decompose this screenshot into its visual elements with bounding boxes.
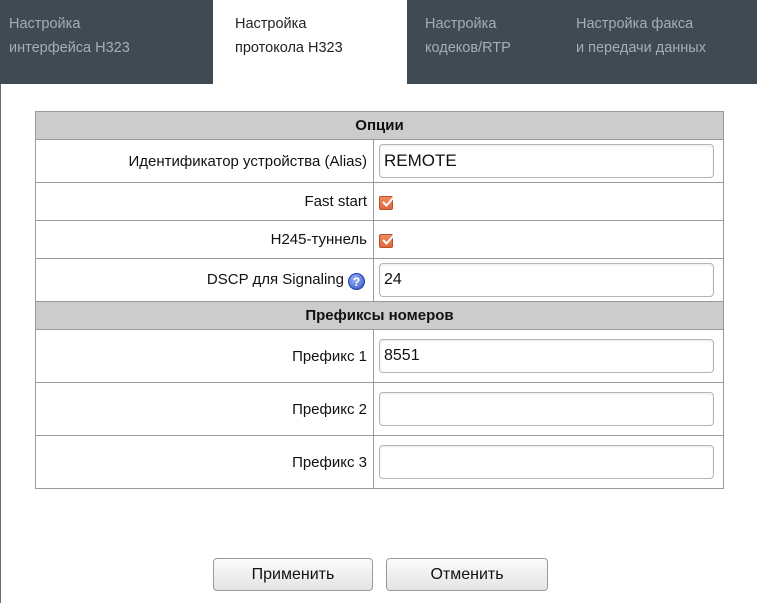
prefix-1-input[interactable] xyxy=(379,339,714,373)
dscp-signaling-cell: DSCP для Signaling? xyxy=(35,258,374,302)
prefix-1-label: Префикс 1 xyxy=(35,329,374,383)
dscp-signaling-label: DSCP для Signaling xyxy=(206,270,344,288)
tab-label-line1: Настройка xyxy=(9,16,81,32)
prefix-3-input[interactable] xyxy=(379,445,714,479)
prefix-2-input[interactable] xyxy=(379,392,714,426)
cancel-button[interactable]: Отменить xyxy=(386,558,548,591)
fast-start-checkbox[interactable] xyxy=(379,196,395,211)
fast-start-label: Fast start xyxy=(35,182,374,221)
checkmark-icon xyxy=(382,196,395,208)
tab-label-line1: Настройка факса xyxy=(576,16,694,32)
tab-fax-data[interactable]: Настройка факса и передачи данных xyxy=(557,0,757,84)
prefix-2-label: Префикс 2 xyxy=(35,382,374,436)
alias-label: Идентификатор устройства (Alias) xyxy=(35,139,374,183)
h245-tunnel-checkbox[interactable] xyxy=(379,234,395,249)
prefixes-header: Префиксы номеров xyxy=(35,301,724,330)
tab-h323-protocol[interactable]: Настройка протокола H323 xyxy=(213,0,407,84)
tab-h323-interface[interactable]: Настройка интерфейса H323 xyxy=(0,0,213,84)
help-icon[interactable]: ? xyxy=(348,272,365,290)
alias-input[interactable] xyxy=(379,144,714,178)
tab-label-line2: протокола H323 xyxy=(235,40,343,56)
settings-table: Опции Идентификатор устройства (Alias) F… xyxy=(35,111,724,489)
h245-tunnel-label: H245-туннель xyxy=(35,220,374,259)
apply-button[interactable]: Применить xyxy=(213,558,373,591)
prefix-3-label: Префикс 3 xyxy=(35,435,374,489)
tab-codecs-rtp[interactable]: Настройка кодеков/RTP xyxy=(407,0,557,84)
tab-label-line2: интерфейса H323 xyxy=(9,40,130,56)
tab-label-line2: кодеков/RTP xyxy=(425,40,511,56)
tab-label-line1: Настройка xyxy=(425,16,497,32)
dscp-signaling-input[interactable] xyxy=(379,263,714,297)
options-header: Опции xyxy=(35,111,724,140)
tab-label-line1: Настройка xyxy=(235,16,307,32)
checkmark-icon xyxy=(382,234,395,246)
content-left-border xyxy=(0,84,1,603)
tab-bar: Настройка интерфейса H323 Настройка прот… xyxy=(0,0,757,84)
tab-label-line2: и передачи данных xyxy=(576,40,706,56)
